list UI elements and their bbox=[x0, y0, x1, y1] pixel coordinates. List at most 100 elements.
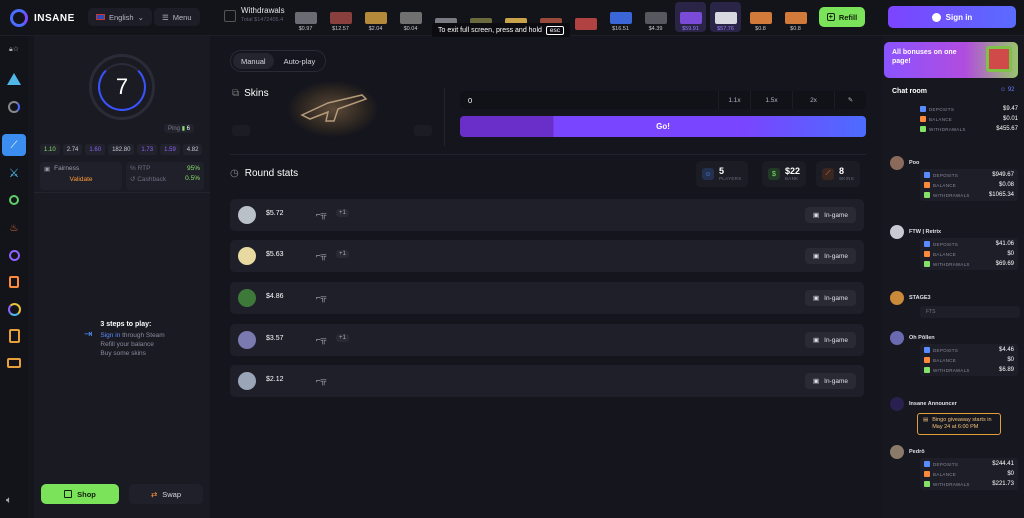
crash-icon[interactable] bbox=[5, 98, 23, 116]
quick-2x[interactable]: 2x bbox=[792, 91, 834, 109]
online-users[interactable]: ☺ 92 bbox=[1000, 87, 1015, 93]
avatar[interactable] bbox=[890, 225, 904, 239]
skin-thumbnail bbox=[644, 12, 667, 24]
language-select[interactable]: English ⌄ bbox=[88, 8, 152, 26]
withdrawal-item[interactable] bbox=[570, 2, 601, 32]
quick-1-1x[interactable]: 1.1x bbox=[718, 91, 750, 109]
edit-icon[interactable]: ✎ bbox=[834, 91, 866, 109]
gun-icon: ⌐╦ bbox=[316, 376, 327, 385]
tab-auto-play[interactable]: Auto-play bbox=[276, 53, 324, 69]
refill-label: Refill bbox=[838, 12, 858, 22]
shield-icon: ▣ bbox=[44, 166, 51, 173]
menu-button[interactable]: ☰ Menu bbox=[154, 8, 200, 26]
avatar bbox=[238, 372, 256, 390]
balance-value: $0.01 bbox=[1002, 116, 1018, 122]
shop-button[interactable]: Shop bbox=[41, 484, 119, 504]
sound-icon[interactable]: 🔈︎ bbox=[6, 495, 12, 506]
bonuses-banner[interactable]: All bonuses on one page! bbox=[884, 42, 1018, 78]
withdrawals-value: $1065.34 bbox=[988, 192, 1014, 198]
skins-icon: ⧉ bbox=[232, 88, 240, 99]
avatar[interactable] bbox=[890, 331, 904, 345]
chest-icon[interactable] bbox=[5, 354, 23, 372]
withdrawals-row: WITHDRAWALS $69.69 bbox=[924, 259, 1014, 269]
withdrawal-item[interactable]: $0.04 bbox=[395, 2, 426, 32]
in-game-badge: ▣ In-game bbox=[804, 248, 856, 264]
box-icon[interactable] bbox=[5, 273, 23, 291]
multiplier-chip: 1.73 bbox=[137, 144, 158, 155]
username[interactable]: Pedrö bbox=[909, 449, 925, 455]
prev-skin-button[interactable] bbox=[232, 125, 250, 136]
withdrawals-title: Withdrawals bbox=[241, 6, 285, 15]
withdrawals-value: $6.89 bbox=[998, 367, 1014, 373]
deposits-row: DEPOSITS $244.41 bbox=[924, 459, 1014, 469]
skin-thumbnail bbox=[714, 12, 737, 24]
withdrawals-value: $455.67 bbox=[996, 126, 1018, 132]
withdrawal-item[interactable]: $0.97 bbox=[290, 2, 321, 32]
rtp-label: RTP bbox=[137, 165, 151, 172]
target-icon[interactable] bbox=[5, 191, 23, 209]
step3-text: Buy some skins bbox=[100, 350, 146, 357]
gun-icon: ⌐╦ bbox=[316, 210, 327, 219]
chat-message: DEPOSITS $9.47 BALANCE $0.01 WITHDRAWALS $455… bbox=[890, 104, 1018, 134]
withdrawal-item[interactable]: $57.76 bbox=[710, 2, 741, 32]
skin-thumbnail bbox=[784, 12, 807, 24]
logo[interactable]: INSANE bbox=[10, 9, 75, 27]
validate-link[interactable]: Validate bbox=[40, 176, 122, 183]
avatar[interactable] bbox=[890, 156, 904, 170]
tab-manual[interactable]: Manual bbox=[233, 53, 274, 69]
swap-label: Swap bbox=[162, 489, 182, 499]
trend-icon[interactable]: ⟋ bbox=[2, 134, 26, 156]
deposits-icon bbox=[924, 347, 930, 353]
username[interactable]: STAGE3 bbox=[909, 295, 931, 301]
avatar[interactable] bbox=[890, 445, 904, 459]
in-game-label: In-game bbox=[824, 377, 848, 385]
withdrawal-item[interactable]: $59.91 bbox=[675, 2, 706, 32]
chat-message: Insane Announcer ▤ Bingo giveaway starts i… bbox=[890, 397, 1018, 435]
quick-1-5x[interactable]: 1.5x bbox=[750, 91, 792, 109]
swap-button[interactable]: ⇄ Swap bbox=[129, 484, 203, 504]
in-game-badge: ▣ In-game bbox=[804, 290, 856, 306]
lock-icon[interactable]: 🔒︎☆ bbox=[5, 40, 23, 58]
refill-button[interactable]: + Refill bbox=[819, 7, 865, 27]
signin-button[interactable]: Sign in bbox=[888, 6, 1016, 28]
withdrawal-item[interactable]: $0.8 bbox=[780, 2, 811, 32]
next-skin-button[interactable] bbox=[414, 125, 432, 136]
cashback-icon: ↺ bbox=[130, 176, 136, 183]
withdrawal-price: $57.76 bbox=[717, 26, 734, 32]
slot-icon[interactable] bbox=[5, 327, 23, 345]
withdrawals-icon bbox=[924, 192, 930, 198]
username[interactable]: Oh Põllen bbox=[909, 335, 935, 341]
deposits-value: $41.06 bbox=[995, 241, 1014, 247]
chat-message: Oh Põllen DEPOSITS $4.46 BALANCE $0 WITHDRAWA… bbox=[890, 331, 1018, 376]
skin-thumbnail bbox=[294, 12, 317, 24]
multiplier-chip: 1.59 bbox=[160, 144, 180, 155]
fairness-card[interactable]: ▣ Fairness Validate bbox=[40, 162, 122, 190]
sword-icon[interactable]: ⚔︎ bbox=[5, 164, 23, 182]
wheel-icon[interactable] bbox=[5, 300, 23, 318]
withdrawal-item[interactable]: $12.57 bbox=[325, 2, 356, 32]
balance-label: BALANCE bbox=[933, 357, 957, 363]
rifle-image bbox=[288, 81, 378, 137]
atom-icon[interactable] bbox=[5, 246, 23, 264]
fire-icon[interactable]: ♨︎ bbox=[5, 219, 23, 237]
percent-icon: % bbox=[130, 165, 136, 172]
signin-link[interactable]: Sign in bbox=[100, 332, 120, 339]
username[interactable]: Poo bbox=[909, 160, 919, 166]
steps-title: 3 steps to play: bbox=[100, 321, 152, 328]
users-icon: ☺ bbox=[1000, 87, 1007, 93]
withdrawal-item[interactable]: $4.39 bbox=[640, 2, 671, 32]
message-text: FTS bbox=[920, 306, 1020, 318]
go-button[interactable]: Go! bbox=[460, 116, 866, 137]
bet-input[interactable]: 0 1.1x 1.5x 2x ✎ bbox=[460, 91, 866, 109]
withdrawal-item[interactable]: $16.51 bbox=[605, 2, 636, 32]
avatar[interactable] bbox=[890, 291, 904, 305]
deposits-value: $244.41 bbox=[992, 461, 1014, 467]
withdrawal-item[interactable]: $2.04 bbox=[360, 2, 391, 32]
step2-text: Refill your balance bbox=[100, 341, 154, 348]
withdrawals-row: WITHDRAWALS $221.73 bbox=[924, 479, 1014, 489]
bank-amount: $22 bbox=[785, 166, 801, 176]
username[interactable]: FTW | Retrix bbox=[909, 229, 941, 235]
bet-value[interactable]: 0 bbox=[460, 96, 718, 105]
pyramid-icon[interactable] bbox=[5, 70, 23, 88]
withdrawal-item[interactable]: $0.8 bbox=[745, 2, 776, 32]
